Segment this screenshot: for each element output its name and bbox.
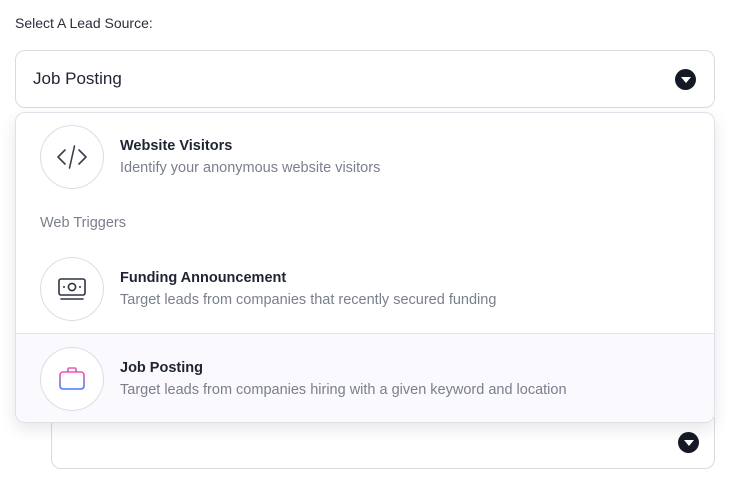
lead-source-dropdown: Website Visitors Identify your anonymous… <box>15 112 715 423</box>
option-description: Identify your anonymous website visitors <box>120 160 381 176</box>
lead-source-label: Select A Lead Source: <box>15 15 153 31</box>
money-icon <box>40 257 104 321</box>
lead-source-select[interactable]: Job Posting <box>15 50 715 108</box>
option-title: Job Posting <box>120 360 203 376</box>
lead-source-page: Select A Lead Source: Job Posting Websit… <box>0 0 731 478</box>
code-icon <box>40 125 104 189</box>
group-label-web-triggers: Web Triggers <box>40 215 126 231</box>
option-title: Funding Announcement <box>120 270 287 286</box>
option-description: Target leads from companies hiring with … <box>120 382 567 398</box>
briefcase-icon <box>40 347 104 411</box>
option-website-visitors[interactable]: Website Visitors Identify your anonymous… <box>16 125 714 189</box>
option-job-posting[interactable]: Job Posting Target leads from companies … <box>16 334 714 422</box>
option-description: Target leads from companies that recentl… <box>120 292 497 308</box>
option-title: Website Visitors <box>120 138 233 154</box>
option-funding-announcement[interactable]: Funding Announcement Target leads from c… <box>16 257 714 321</box>
lead-source-select-value: Job Posting <box>33 69 122 88</box>
chevron-down-icon[interactable] <box>678 432 699 453</box>
chevron-down-icon[interactable] <box>675 69 696 90</box>
